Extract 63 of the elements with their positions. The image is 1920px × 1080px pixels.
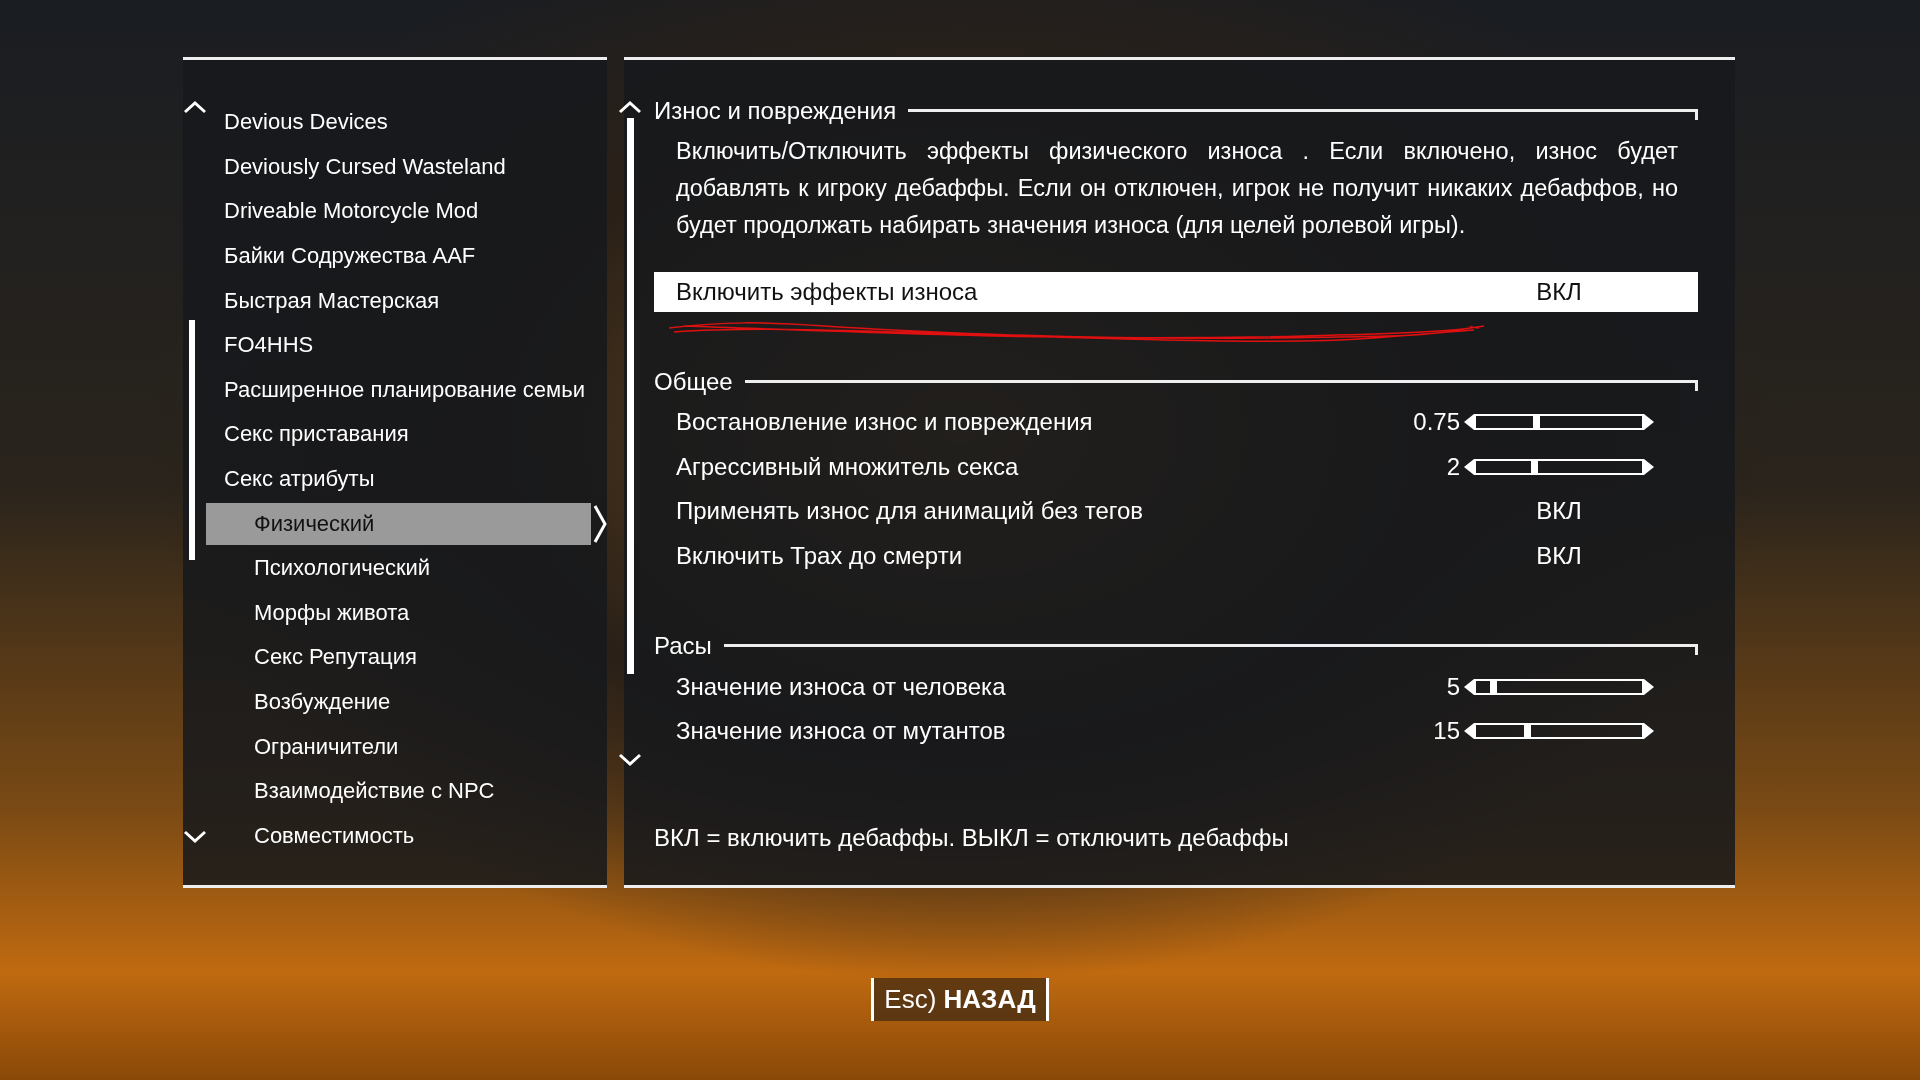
setting-value: ВКЛ [1535,497,1583,526]
back-button[interactable]: Esc) НАЗАД [871,978,1049,1021]
caret-down-icon[interactable] [183,830,207,844]
section-title: Расы [654,632,712,661]
sidebar-item[interactable]: Ограничители [206,725,593,768]
caret-down-icon[interactable] [618,753,642,767]
arrow-left-icon[interactable] [1464,678,1474,695]
sidebar-item[interactable]: Быстрая Мастерская [206,279,593,322]
sidebar-item[interactable]: Физический [206,502,591,545]
setting-value: 5 [1445,672,1461,701]
arrow-left-icon[interactable] [1464,414,1474,431]
setting-value: 15 [1432,717,1461,746]
setting-row[interactable]: Агрессивный множитель секса 2 [654,444,1698,490]
description-text: Включить/Отключить эффекты физического износа . Если включено, износ будет добавлять к игроку дебаффы. Если он отключен, игрок не получит никаких дебаффов, но будет продолжать набирать значения износа (для целей ролевой игры). [676,137,1678,240]
section-title: Общее [654,368,733,396]
slider-thumb[interactable] [1524,723,1532,740]
scrollbar[interactable] [627,118,634,674]
setting-label: Применять износ для анимаций без тегов [676,497,1145,526]
setting-label: Включить эффекты износа [676,278,979,306]
slider-thumb[interactable] [1531,458,1539,475]
sidebar-item[interactable]: Байки Содружества AAF [206,235,593,278]
setting-value: 0.75 [1412,408,1461,437]
setting-row[interactable]: Применять износ для анимаций без тегов ВКЛ [654,489,1698,534]
sidebar-item[interactable]: Возбуждение [206,681,593,723]
sidebar-item[interactable]: Deviously Cursed Wasteland [206,145,593,188]
arrow-right-icon[interactable] [1644,414,1654,431]
arrow-right-icon[interactable] [1644,723,1654,740]
sidebar-item[interactable]: Секс Репутация [206,636,593,679]
setting-label: Агрессивный множитель секса [676,452,1020,481]
setting-row[interactable]: Значение износа от человека 5 [654,664,1698,709]
slider-thumb[interactable] [1532,414,1540,431]
setting-value: ВКЛ [1535,278,1583,306]
sidebar-item[interactable]: Секс приставания [206,413,593,456]
slider-thumb[interactable] [1489,678,1497,695]
setting-label: Значение износа от человека [676,672,1007,701]
sidebar-item[interactable]: Морфы живота [206,591,593,634]
arrow-left-icon[interactable] [1464,458,1474,475]
sidebar-item[interactable]: Devious Devices [206,101,593,144]
caret-up-icon[interactable] [183,100,207,114]
chevron-right-icon [593,503,607,544]
section-title: Износ и повреждения [654,97,897,125]
setting-value: 2 [1445,452,1461,481]
setting-row[interactable]: Значение износа от мутантов 15 [654,708,1698,754]
sidebar-item[interactable]: Секс атрибуты [206,458,593,501]
sidebar-item[interactable]: Психологический [206,547,593,590]
sidebar-item[interactable]: Расширенное планирование семьи [206,368,593,411]
setting-value: ВКЛ [1535,542,1583,571]
setting-label: Включить Трах до смерти [676,542,964,571]
setting-row[interactable]: Включить Трах до смерти ВКЛ [654,533,1698,579]
setting-label: Значение износа от мутантов [676,717,1007,746]
arrow-left-icon[interactable] [1464,723,1474,740]
setting-label: Востановление износ и повреждения [676,408,1094,437]
sidebar-item[interactable]: Совместимость [206,814,593,857]
arrow-right-icon[interactable] [1644,678,1654,695]
footer-note: ВКЛ = включить дебаффы. ВЫКЛ = отключить дебаффы [654,823,1290,852]
setting-row[interactable]: Включить эффекты износа ВКЛ [654,272,1698,312]
sidebar-item[interactable]: Driveable Motorcycle Mod [206,190,593,233]
sidebar-item[interactable]: Взаимодействие с NPC [206,770,593,813]
arrow-right-icon[interactable] [1644,458,1654,475]
sidebar-item[interactable]: FO4HHS [206,324,593,367]
scrollbar[interactable] [189,320,195,560]
setting-row[interactable]: Востановление износ и повреждения 0.75 [654,400,1698,445]
caret-up-icon[interactable] [618,100,642,114]
